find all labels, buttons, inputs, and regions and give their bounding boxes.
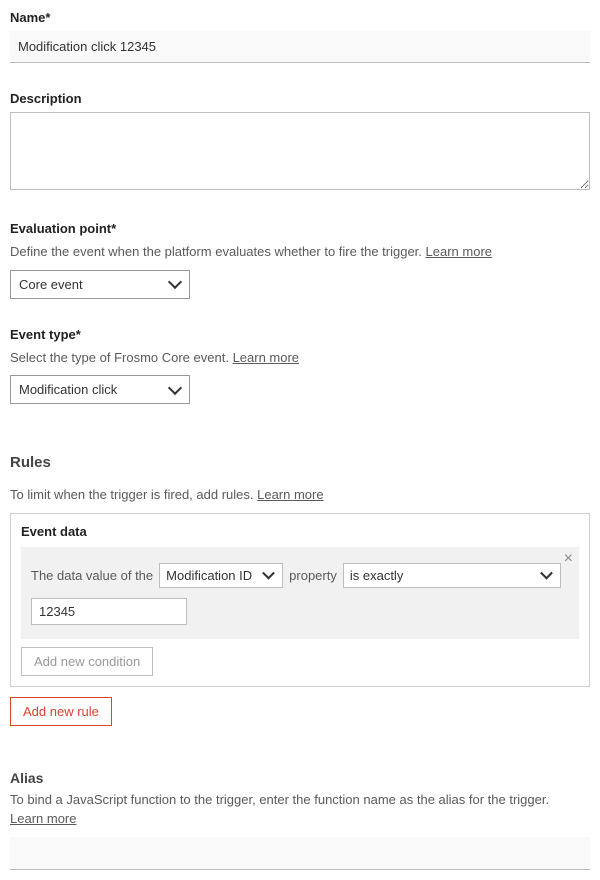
rule-property-select[interactable]: Modification ID [159, 563, 283, 588]
alias-learn-more[interactable]: Learn more [10, 811, 76, 826]
rules-hint: To limit when the trigger is fired, add … [10, 485, 590, 505]
rules-box-header: Event data [11, 514, 589, 547]
evaluation-point-hint: Define the event when the platform evalu… [10, 242, 590, 262]
event-type-label: Event type* [10, 327, 590, 342]
name-label: Name* [10, 10, 590, 25]
name-input[interactable] [10, 31, 590, 63]
rules-box: Event data × The data value of the Modif… [10, 513, 590, 687]
event-type-select[interactable]: Modification click [10, 375, 190, 404]
rule-value-input[interactable] [31, 598, 187, 625]
add-condition-button[interactable]: Add new condition [21, 647, 153, 676]
description-input[interactable] [10, 112, 590, 190]
rules-heading: Rules [10, 454, 590, 471]
event-type-hint: Select the type of Frosmo Core event. Le… [10, 348, 590, 368]
rules-learn-more[interactable]: Learn more [257, 487, 323, 502]
rule-text-mid: property [289, 568, 337, 583]
alias-heading: Alias [10, 770, 590, 786]
event-type-learn-more[interactable]: Learn more [233, 350, 299, 365]
close-icon[interactable]: × [564, 551, 573, 567]
add-rule-button[interactable]: Add new rule [10, 697, 112, 726]
alias-hint: To bind a JavaScript function to the tri… [10, 790, 590, 829]
rule-text-prefix: The data value of the [31, 568, 153, 583]
evaluation-point-label: Evaluation point* [10, 221, 590, 236]
rule-operator-select[interactable]: is exactly [343, 563, 561, 588]
rule-body: × The data value of the Modification ID … [21, 547, 579, 639]
evaluation-point-learn-more[interactable]: Learn more [426, 244, 492, 259]
evaluation-point-select[interactable]: Core event [10, 270, 190, 299]
alias-input[interactable] [10, 837, 590, 870]
description-label: Description [10, 91, 590, 106]
